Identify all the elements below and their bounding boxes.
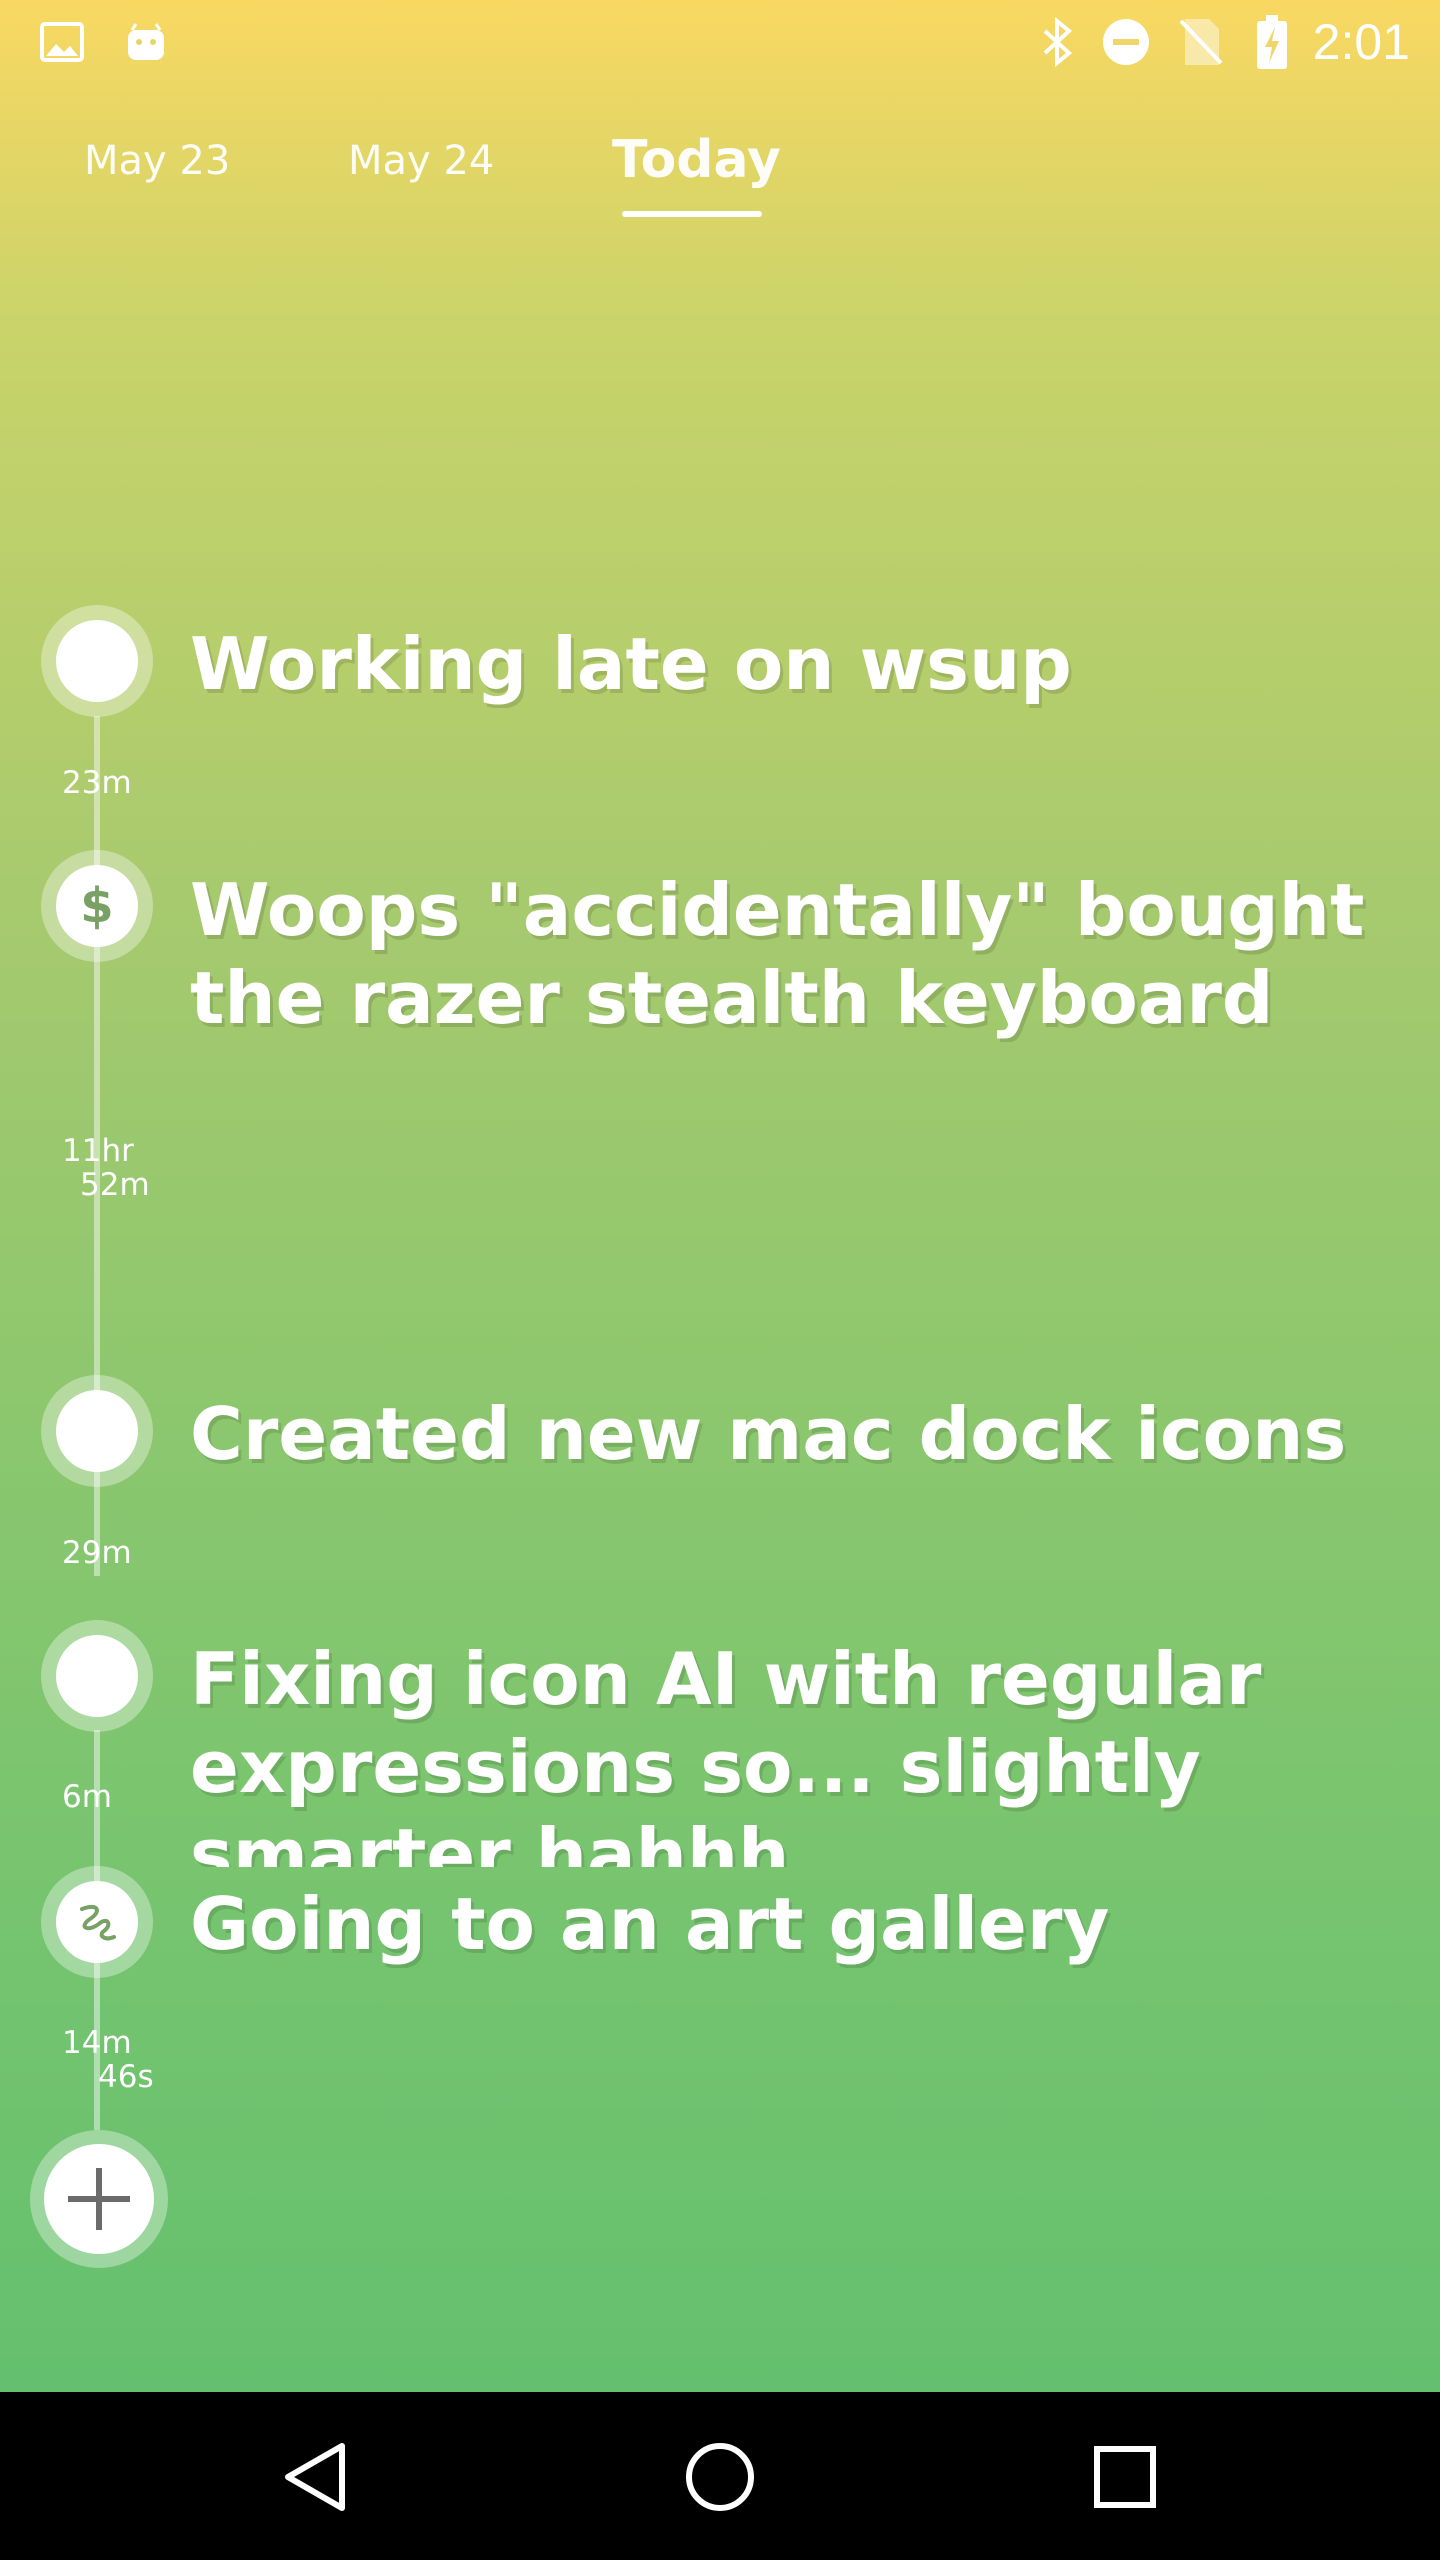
tab-may-24[interactable]: May 24 — [348, 138, 494, 184]
do-not-disturb-icon — [1100, 19, 1152, 65]
timeline-entry[interactable]: Fixing icon AI with regular expressions … — [190, 1635, 1410, 1867]
timeline-entry[interactable]: Going to an art gallery — [190, 1880, 1410, 1968]
timeline-entry[interactable]: Woops "accidentally" bought the razer st… — [190, 866, 1410, 1042]
empty-dot-icon — [56, 1390, 138, 1472]
timeline-entry[interactable]: Working late on wsup — [190, 620, 1410, 708]
recents-icon[interactable] — [1080, 2432, 1170, 2522]
empty-dot-icon — [56, 1635, 138, 1717]
timeline-node[interactable] — [41, 1620, 153, 1732]
timeline-node[interactable]: $ — [41, 850, 153, 962]
status-bar: 2:01 — [0, 0, 1440, 84]
duration-label: 6m — [62, 1779, 112, 1815]
empty-dot-icon — [56, 620, 138, 702]
add-entry-button[interactable] — [30, 2130, 168, 2268]
timeline-node[interactable] — [41, 605, 153, 717]
duration-label: 29m — [62, 1535, 132, 1571]
plus-icon — [44, 2144, 154, 2254]
duration-label: 46s — [98, 2059, 154, 2095]
bluetooth-icon — [1038, 17, 1078, 67]
tab-today[interactable]: Today — [612, 130, 781, 190]
back-icon[interactable] — [270, 2432, 360, 2522]
navigation-bar — [0, 2392, 1440, 2560]
duration-label: 52m — [80, 1167, 150, 1203]
tab-may-23[interactable]: May 23 — [84, 138, 230, 184]
duration-label: 14m — [62, 2025, 132, 2061]
image-icon — [38, 20, 86, 64]
timeline-node[interactable] — [41, 1866, 153, 1978]
status-time: 2:01 — [1312, 14, 1410, 70]
dollar-icon: $ — [56, 865, 138, 947]
timeline-node[interactable] — [41, 1375, 153, 1487]
home-icon[interactable] — [675, 2432, 765, 2522]
active-tab-indicator — [622, 211, 762, 217]
battery-charging-icon — [1252, 15, 1292, 69]
timeline-entry[interactable]: Created new mac dock icons — [190, 1390, 1410, 1478]
no-sim-icon — [1176, 19, 1226, 65]
screen: 2:01 May 23 May 24 Today Working late on… — [0, 0, 1440, 2392]
duration-label: 11hr — [62, 1133, 134, 1169]
duration-label: 23m — [62, 765, 132, 801]
squiggle-icon — [56, 1881, 138, 1963]
android-icon — [124, 20, 168, 64]
